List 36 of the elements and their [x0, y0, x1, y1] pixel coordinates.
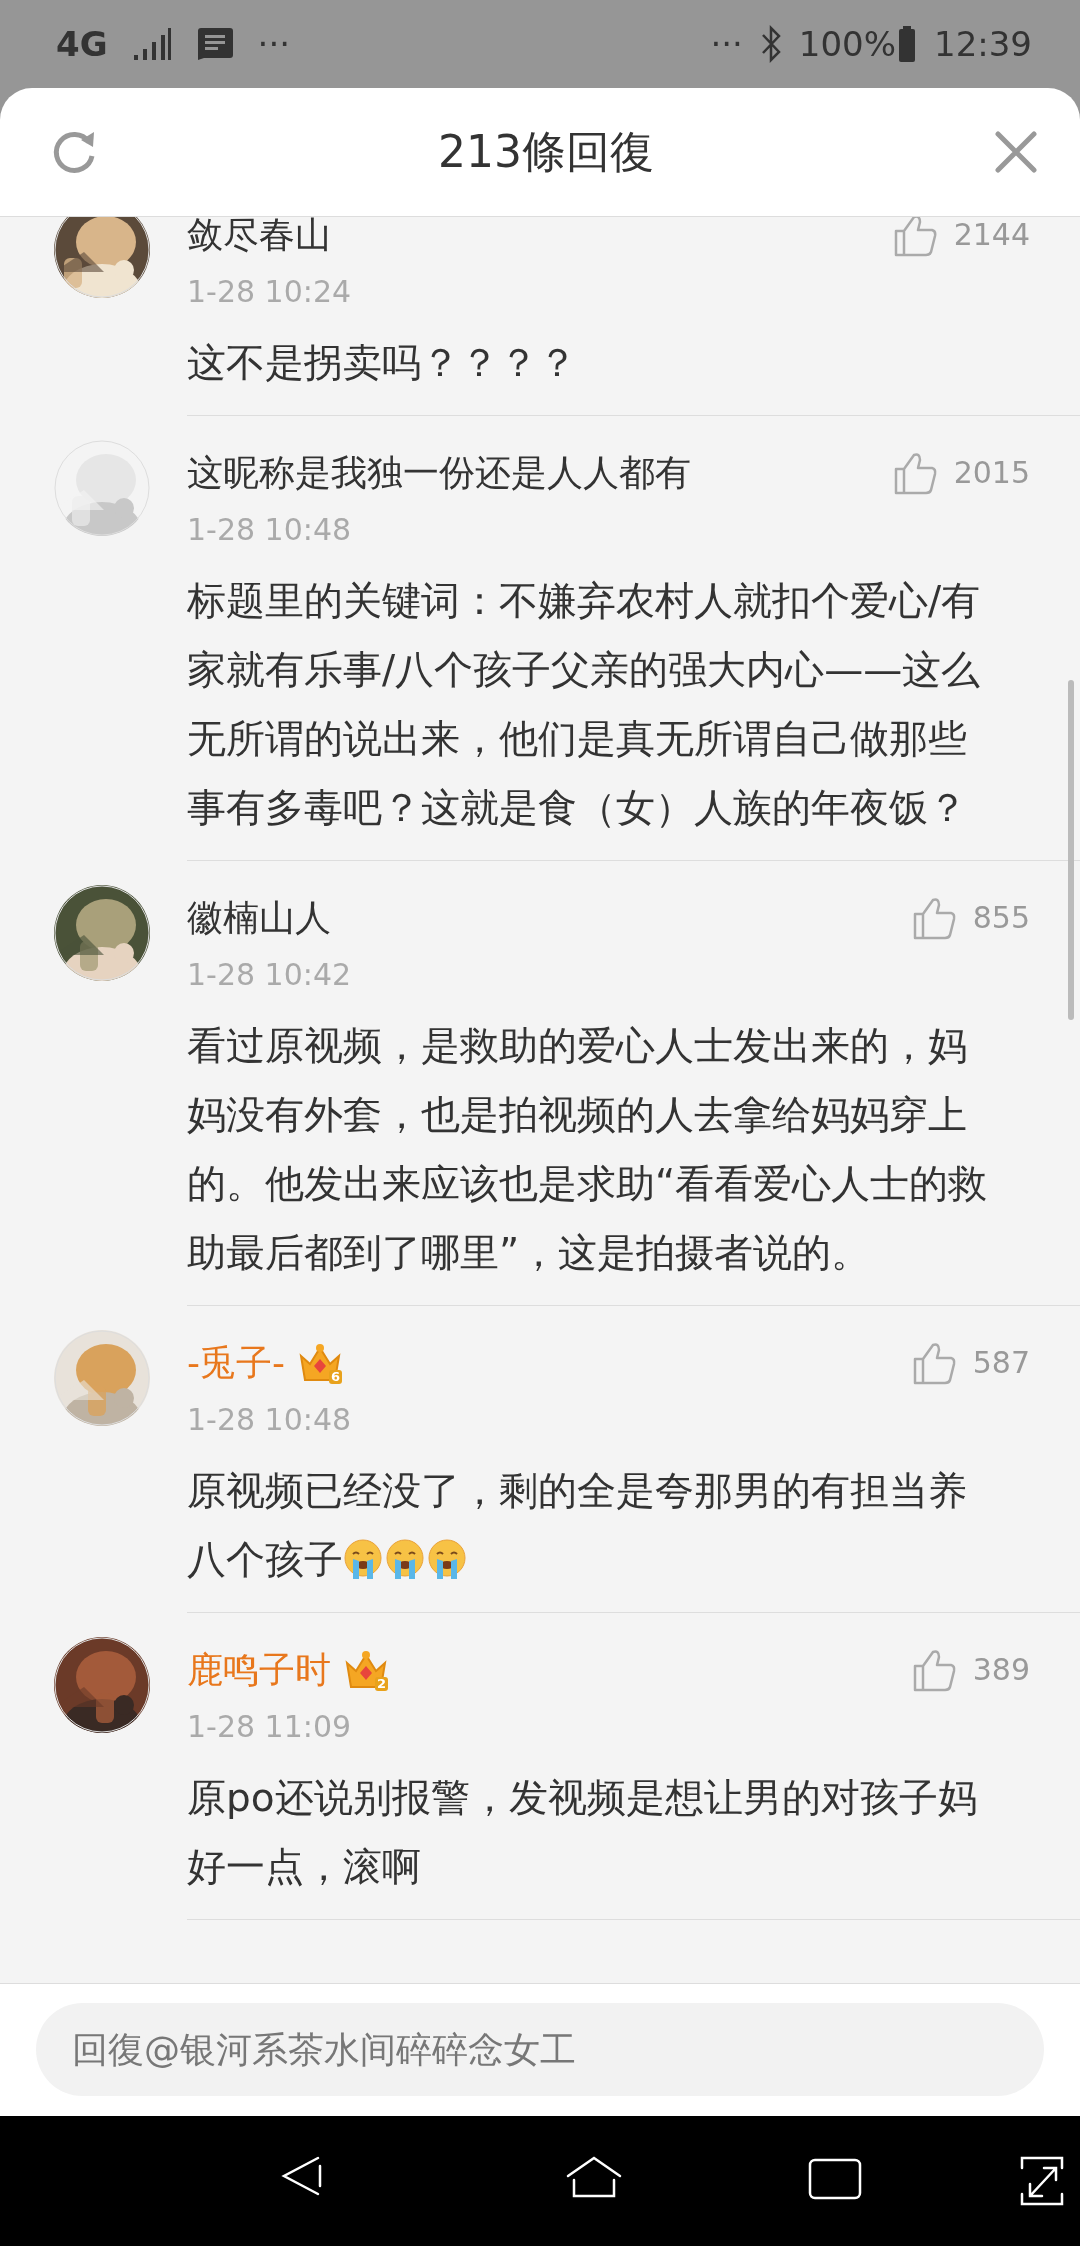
- username[interactable]: 敛尽春山: [187, 217, 331, 262]
- more-indicator: ···: [257, 22, 290, 66]
- comment-text: 原视频已经没了，剩的全是夸那男的有担当养: [187, 1467, 968, 1515]
- like-button[interactable]: 2015: [889, 446, 1030, 500]
- like-button[interactable]: 389: [908, 1643, 1030, 1697]
- comment-time: 1-28 11:09: [187, 1708, 353, 1746]
- battery-percent: 100%: [798, 22, 896, 66]
- comment-time: 1-28 10:42: [187, 956, 353, 994]
- like-button[interactable]: 2144: [889, 217, 1030, 262]
- battery-icon: [898, 26, 916, 62]
- comment-time: 1-28 10:24: [187, 273, 353, 311]
- username[interactable]: 这昵称是我独一份还是人人都有: [187, 446, 691, 500]
- close-button[interactable]: [992, 128, 1040, 176]
- username[interactable]: 徽楠山人: [187, 891, 331, 945]
- like-button[interactable]: 855: [908, 891, 1030, 945]
- crying-emoji-icon: [385, 1539, 425, 1579]
- username[interactable]: -兎子-: [187, 1336, 285, 1390]
- comment-text: 标题里的关键词：不嫌弃农村人就扣个爱心/有家就有乐事/八个孩子父亲的强大内心——这么无所谓的说出来，他们是真无所谓自己做那些事有多毒吧？这就是食（女）人族的年夜饭？: [187, 577, 982, 832]
- comment-text: 看过原视频，是救助的爱心人士发出来的，妈妈没有外套，也是拍视频的人去拿给妈妈穿上的。他发出来应该也是求助“看看爱心人士的救助最后都到了哪里”，这是拍摄者说的。: [187, 1022, 989, 1277]
- comment-text: 八个孩子: [187, 1537, 343, 1582]
- network-label: 4G: [56, 22, 108, 66]
- username[interactable]: 鹿鸣子时: [187, 1643, 331, 1697]
- signal-icon: [131, 27, 172, 61]
- comment-text: 这不是拐卖吗？？？？: [187, 339, 578, 387]
- reply-input[interactable]: 回復@银河系茶水间碎碎念女工: [36, 2003, 1044, 2096]
- clock: 12:39: [934, 22, 1032, 66]
- crying-emoji-icon: [343, 1539, 383, 1579]
- close-icon: [992, 128, 1040, 176]
- comment-time: 1-28 10:48: [187, 511, 353, 549]
- crying-emoji-icon: [427, 1539, 467, 1579]
- more-indicator: ···: [710, 22, 743, 66]
- comment-text: 原po还说别报警，发视频是想让男的对孩子妈好一点，滚啊: [187, 1774, 978, 1891]
- like-button[interactable]: 587: [908, 1336, 1030, 1390]
- sheet-title: 213條回復: [438, 125, 654, 179]
- comment-time: 1-28 10:48: [187, 1401, 353, 1439]
- message-icon: [195, 27, 234, 61]
